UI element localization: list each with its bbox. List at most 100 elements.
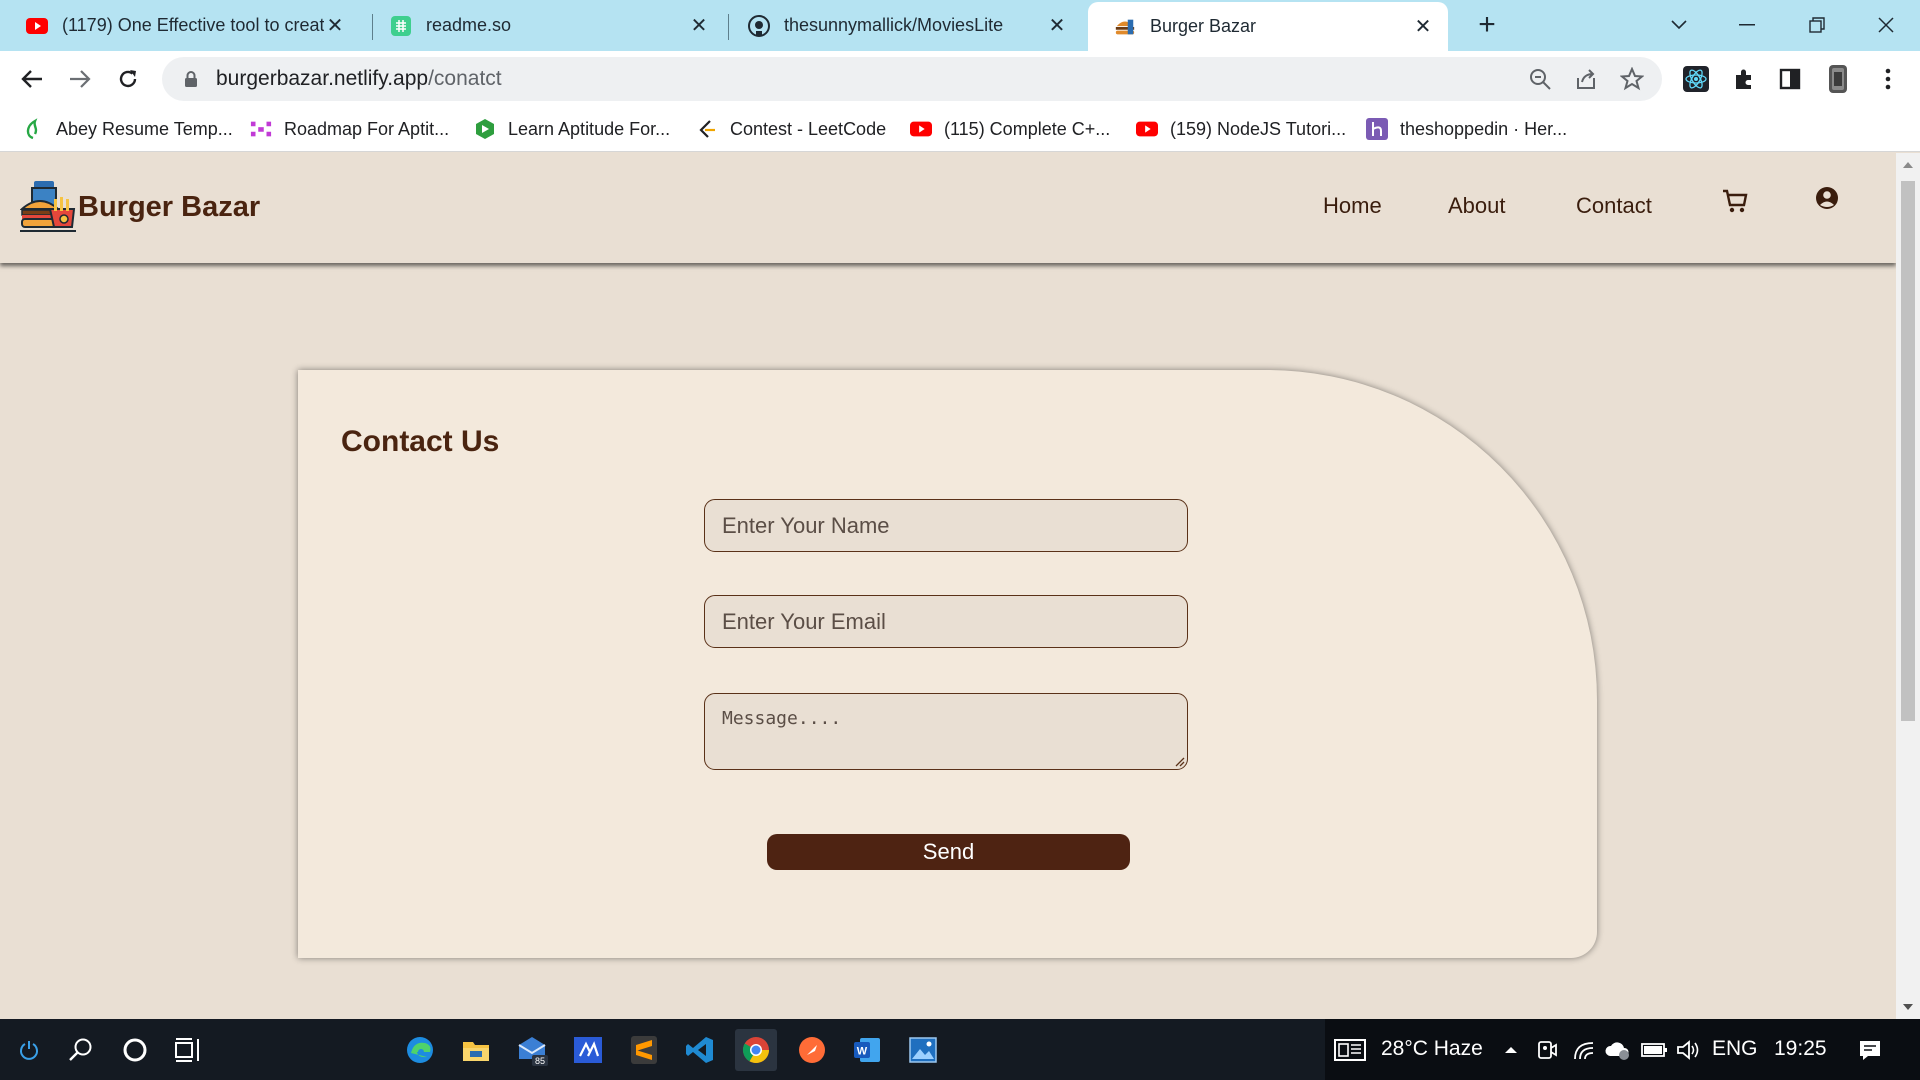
vscode-icon[interactable] (679, 1029, 721, 1071)
scroll-up-arrow-icon[interactable] (1902, 159, 1914, 171)
bookmark-item[interactable]: (115) Complete C+... (910, 114, 1110, 144)
bookmark-label: Contest - LeetCode (730, 118, 887, 139)
clock-time[interactable]: 19:25 (1774, 1037, 1827, 1061)
youtube-icon (910, 118, 932, 140)
bookmarks-bar: Abey Resume Temp... Roadmap For Aptit...… (0, 106, 1920, 152)
url-text[interactable]: burgerbazar.netlify.app/conatct (216, 67, 502, 91)
tab-youtube[interactable]: (1179) One Effective tool to creat ✕ (0, 0, 360, 51)
tray-overflow-chevron-icon[interactable] (1494, 1033, 1528, 1067)
battery-icon[interactable] (1637, 1033, 1671, 1067)
react-devtools-icon[interactable] (1680, 63, 1712, 95)
word-icon[interactable]: W (846, 1029, 888, 1071)
resize-handle-icon[interactable] (1172, 754, 1185, 767)
close-tab-icon[interactable]: ✕ (1412, 14, 1434, 39)
reload-icon[interactable] (112, 63, 144, 95)
edge-browser-icon[interactable] (399, 1029, 441, 1071)
side-panel-icon[interactable] (1774, 63, 1806, 95)
news-widget-icon[interactable] (1333, 1033, 1367, 1067)
minimize-window-icon[interactable] (1727, 8, 1767, 42)
profile-avatar[interactable] (1822, 63, 1854, 95)
lock-icon[interactable] (182, 70, 200, 88)
weather-text[interactable]: 28°C Haze (1381, 1037, 1483, 1061)
meet-now-icon[interactable] (1530, 1033, 1564, 1067)
bookmark-label: (115) Complete C+... (944, 118, 1111, 139)
photos-icon[interactable] (902, 1029, 944, 1071)
close-tab-icon[interactable]: ✕ (1046, 13, 1068, 38)
brand-logo-link[interactable]: Burger Bazar (20, 179, 260, 235)
youtube-icon (26, 15, 48, 37)
send-button[interactable]: Send (767, 834, 1130, 870)
url-host: burgerbazar.netlify.app (216, 67, 429, 90)
tab-readme[interactable]: readme.so ✕ (364, 0, 724, 51)
tab-title: (1179) One Effective tool to creat (62, 15, 324, 35)
power-icon[interactable] (12, 1033, 46, 1067)
scroll-down-arrow-icon[interactable] (1902, 1001, 1914, 1013)
burger-icon (1114, 16, 1136, 38)
close-tab-icon[interactable]: ✕ (324, 13, 346, 38)
windows-taskbar: 85 W 28°C Haze ENG 19:25 (0, 1019, 1920, 1080)
tab-search-chevron-icon[interactable] (1659, 8, 1699, 42)
wifi-icon[interactable] (1568, 1033, 1602, 1067)
restore-window-icon[interactable] (1797, 8, 1837, 42)
volume-icon[interactable] (1672, 1033, 1706, 1067)
task-view-icon[interactable] (171, 1033, 205, 1067)
chrome-icon[interactable] (735, 1029, 777, 1071)
zoom-icon[interactable] (1528, 67, 1552, 96)
close-tab-icon[interactable]: ✕ (688, 13, 710, 38)
close-window-icon[interactable] (1866, 8, 1906, 42)
extensions-puzzle-icon[interactable] (1728, 63, 1760, 95)
bookmark-item[interactable]: theshoppedin · Her... (1366, 114, 1567, 144)
burger-logo-icon (20, 181, 76, 232)
postman-icon[interactable] (791, 1029, 833, 1071)
nav-home-link[interactable]: Home (1323, 193, 1382, 219)
search-icon[interactable] (64, 1033, 98, 1067)
bookmark-item[interactable]: Learn Aptitude For... (474, 114, 670, 144)
forward-arrow-icon[interactable] (64, 63, 96, 95)
page-scrollbar[interactable] (1896, 153, 1920, 1019)
browser-toolbar: burgerbazar.netlify.app/conatct (0, 51, 1920, 106)
heroku-icon (1366, 118, 1388, 140)
contact-card: Contact Us Send (298, 370, 1597, 958)
onedrive-sync-icon[interactable] (1601, 1033, 1635, 1067)
hexagon-icon (474, 118, 496, 140)
user-account-icon[interactable] (1812, 186, 1842, 216)
bookmark-item[interactable]: Abey Resume Temp... (22, 114, 233, 144)
browser-tab-strip: (1179) One Effective tool to creat ✕ rea… (0, 0, 1920, 51)
youtube-icon (1136, 118, 1158, 140)
url-path: /conatct (428, 67, 502, 90)
action-center-icon[interactable] (1853, 1033, 1887, 1067)
readme-icon (390, 15, 412, 37)
language-indicator[interactable]: ENG (1712, 1037, 1758, 1061)
bookmark-label: theshoppedin · Her... (1400, 118, 1568, 139)
nav-about-link[interactable]: About (1448, 193, 1506, 219)
chrome-menu-icon[interactable] (1872, 63, 1904, 95)
bookmark-item[interactable]: (159) NodeJS Tutori... (1136, 114, 1346, 144)
tab-burger-bazar[interactable]: Burger Bazar ✕ (1088, 2, 1448, 51)
nav-contact-link[interactable]: Contact (1576, 193, 1652, 219)
share-icon[interactable] (1574, 67, 1598, 96)
bookmark-item[interactable]: Roadmap For Aptit... (250, 114, 449, 144)
visual-studio-icon[interactable] (567, 1029, 609, 1071)
cortana-icon[interactable] (118, 1033, 152, 1067)
name-input[interactable] (704, 499, 1188, 552)
cart-icon[interactable] (1720, 186, 1750, 216)
page-viewport: Burger Bazar Home About Contact Contact … (0, 153, 1896, 1019)
leetcode-icon (696, 118, 718, 140)
mail-icon[interactable]: 85 (511, 1029, 553, 1071)
bookmark-item[interactable]: Contest - LeetCode (696, 114, 886, 144)
bookmark-label: Abey Resume Temp... (56, 118, 233, 139)
roadmap-icon (250, 118, 272, 140)
email-input[interactable] (704, 595, 1188, 648)
sublime-text-icon[interactable] (623, 1029, 665, 1071)
tab-title: readme.so (426, 15, 512, 35)
tab-title: thesunnymallick/MoviesLite (784, 15, 1004, 35)
tab-github[interactable]: thesunnymallick/MoviesLite ✕ (722, 0, 1082, 51)
bookmark-label: Learn Aptitude For... (508, 118, 671, 139)
new-tab-button[interactable]: + (1470, 8, 1504, 42)
address-bar[interactable]: burgerbazar.netlify.app/conatct (162, 57, 1662, 101)
scrollbar-thumb[interactable] (1901, 181, 1915, 721)
message-textarea[interactable] (704, 693, 1188, 770)
back-arrow-icon[interactable] (16, 63, 48, 95)
bookmark-star-icon[interactable] (1619, 66, 1645, 96)
file-explorer-icon[interactable] (455, 1029, 497, 1071)
